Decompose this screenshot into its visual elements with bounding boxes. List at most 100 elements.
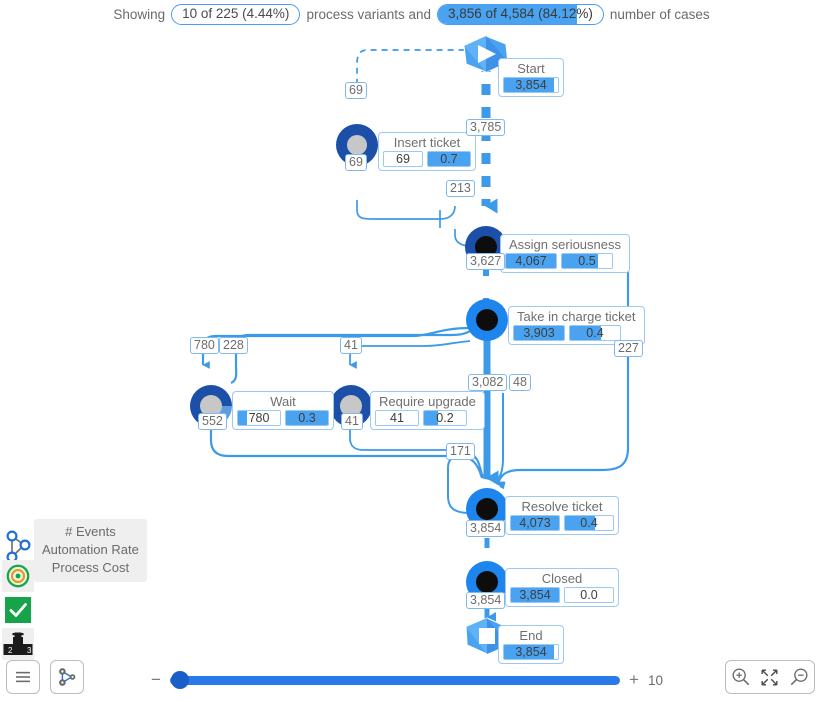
card-closed-title: Closed — [541, 571, 583, 586]
zoom-out-icon[interactable] — [789, 667, 809, 687]
edge-assign-to-resolve-right — [496, 238, 630, 490]
slider-track[interactable] — [170, 671, 620, 689]
cases-pill[interactable]: 3,856 of 4,584 (84.12%) — [437, 3, 604, 25]
graph-layout-icon[interactable] — [50, 660, 84, 694]
process-graph-canvas[interactable]: Start 3,854 Insert ticket 69 0.7 Assign … — [0, 28, 823, 664]
edge-label-assign-to-resolve-right[interactable]: 227 — [614, 340, 643, 357]
process-variants-label: process variants and — [306, 6, 432, 22]
cases-suffix-label: number of cases — [609, 6, 710, 22]
edge-label-take-to-require[interactable]: 41 — [340, 337, 362, 354]
variant-slider[interactable]: − + 10 — [150, 670, 670, 690]
legend-line-process-cost: Process Cost — [51, 560, 130, 575]
edge-label-take-branch-48[interactable]: 48 — [509, 374, 531, 391]
card-end-metrics: 3,854 — [503, 644, 559, 660]
card-assign-seriousness-metric-0: 4,067 — [505, 253, 557, 269]
card-take-in-charge-metric-0: 3,903 — [513, 325, 565, 341]
card-insert-ticket-metric-1: 0.7 — [427, 151, 471, 167]
podium-icon[interactable]: 2 3 — [2, 628, 34, 660]
card-require-upgrade-metric-1: 0.2 — [423, 410, 467, 426]
card-closed[interactable]: Closed 3,854 0.0 — [505, 568, 619, 607]
insert-ticket-core — [347, 135, 367, 155]
slider-minus-button[interactable]: − — [150, 670, 162, 690]
card-wait-metric-1-value: 0.3 — [298, 411, 316, 425]
podium-glyph: 2 3 — [3, 632, 33, 655]
card-require-upgrade-metrics: 41 0.2 — [375, 410, 480, 426]
resolve-ticket-core — [476, 498, 498, 520]
card-assign-seriousness[interactable]: Assign seriousness 4,067 0.5 — [500, 234, 630, 273]
edge-label-take-to-resolve[interactable]: 3,082 — [468, 374, 508, 391]
svg-text:3: 3 — [27, 646, 32, 655]
card-end-metric-0: 3,854 — [503, 644, 559, 660]
edge-label-assign-to-take[interactable]: 3,627 — [466, 253, 506, 270]
edge-label-wait-to-resolve[interactable]: 552 — [198, 413, 227, 430]
check-glyph — [5, 597, 31, 623]
card-end-title: End — [519, 628, 543, 643]
card-end[interactable]: End 3,854 — [498, 625, 564, 664]
slider-thumb[interactable] — [171, 671, 189, 689]
card-start-metric-0: 3,854 — [503, 77, 559, 93]
card-take-in-charge-metric-0-value: 3,903 — [523, 326, 555, 340]
fit-to-screen-icon[interactable] — [760, 668, 779, 687]
edge-insert-to-assign-merge — [356, 200, 456, 220]
card-closed-metric-1: 0.0 — [564, 587, 614, 603]
target-icon[interactable] — [2, 560, 34, 592]
cases-value: 3,856 of 4,584 (84.12%) — [448, 5, 593, 21]
card-wait[interactable]: Wait 780 0.3 — [232, 391, 334, 430]
card-wait-metrics: 780 0.3 — [237, 410, 329, 426]
edge-label-resolve-self-loop[interactable]: 171 — [446, 443, 475, 460]
node-take-in-charge-ticket[interactable] — [466, 299, 508, 341]
card-wait-metric-0-value: 780 — [248, 411, 270, 425]
slider-plus-button[interactable]: + — [628, 670, 640, 690]
edge-label-resolve-to-closed[interactable]: 3,854 — [466, 520, 506, 537]
edge-label-wait-loop-back[interactable]: 228 — [219, 337, 248, 354]
legend-line-automation-rate: Automation Rate — [42, 542, 139, 557]
edge-label-start-to-assign[interactable]: 3,785 — [466, 119, 506, 136]
graph-layout-glyph — [59, 668, 76, 686]
card-insert-ticket-metrics: 69 0.7 — [383, 151, 471, 167]
card-end-metric-0-value: 3,854 — [515, 645, 547, 659]
card-take-in-charge-metric-1: 0.4 — [569, 325, 621, 341]
card-insert-ticket-metric-0-value: 69 — [396, 152, 410, 166]
hamburger-menu-icon[interactable] — [6, 660, 40, 694]
card-require-upgrade-metric-0: 41 — [375, 410, 419, 426]
card-resolve-ticket-title: Resolve ticket — [521, 499, 603, 514]
edge-label-insert-out[interactable]: 69 — [345, 154, 367, 171]
target-glyph — [6, 564, 30, 588]
closed-core — [476, 571, 498, 593]
card-closed-metric-0: 3,854 — [510, 587, 560, 603]
card-insert-ticket[interactable]: Insert ticket 69 0.7 — [378, 132, 476, 171]
process-variants-pill[interactable]: 10 of 225 (4.44%) — [171, 3, 301, 25]
edge-label-require-to-resolve[interactable]: 41 — [341, 413, 363, 430]
process-map-view: Showing 10 of 225 (4.44%) process varian… — [0, 0, 823, 702]
legend-line-events: # Events — [65, 524, 116, 539]
edge-label-into-assign-left[interactable]: 213 — [446, 180, 475, 197]
zoom-in-icon[interactable] — [731, 667, 751, 687]
showing-prefix-label: Showing — [113, 6, 166, 22]
card-insert-ticket-metric-1-value: 0.7 — [440, 152, 458, 166]
card-assign-seriousness-metrics: 4,067 0.5 — [505, 253, 625, 269]
card-take-in-charge-title: Take in charge ticket — [517, 309, 636, 324]
edge-label-take-to-wait[interactable]: 780 — [190, 337, 219, 354]
card-require-upgrade-title: Require upgrade — [379, 394, 476, 409]
card-wait-metric-1: 0.3 — [285, 410, 329, 426]
edge-wait-to-resolve — [209, 427, 490, 480]
edge-label-start-to-insert[interactable]: 69 — [345, 82, 367, 99]
svg-text:2: 2 — [8, 646, 13, 655]
card-require-upgrade[interactable]: Require upgrade 41 0.2 — [370, 391, 485, 430]
card-assign-seriousness-metric-1: 0.5 — [561, 253, 613, 269]
card-resolve-ticket-metrics: 4,073 0.4 — [510, 515, 614, 531]
card-closed-metrics: 3,854 0.0 — [510, 587, 614, 603]
card-closed-metric-0-value: 3,854 — [519, 588, 551, 602]
card-require-upgrade-metric-1-value: 0.2 — [436, 411, 454, 425]
card-assign-seriousness-metric-0-value: 4,067 — [515, 254, 547, 268]
edge-label-closed-to-end[interactable]: 3,854 — [466, 592, 506, 609]
fit-to-screen-glyph — [761, 668, 779, 686]
card-resolve-ticket-metric-1-value: 0.4 — [580, 516, 598, 530]
check-icon[interactable] — [2, 594, 34, 626]
card-wait-metric-0: 780 — [237, 410, 281, 426]
zoom-in-glyph — [732, 668, 750, 686]
card-resolve-ticket[interactable]: Resolve ticket 4,073 0.4 — [505, 496, 619, 535]
card-start[interactable]: Start 3,854 — [498, 58, 564, 97]
card-closed-metric-1-value: 0.0 — [580, 588, 598, 602]
zoom-controls — [725, 660, 815, 694]
